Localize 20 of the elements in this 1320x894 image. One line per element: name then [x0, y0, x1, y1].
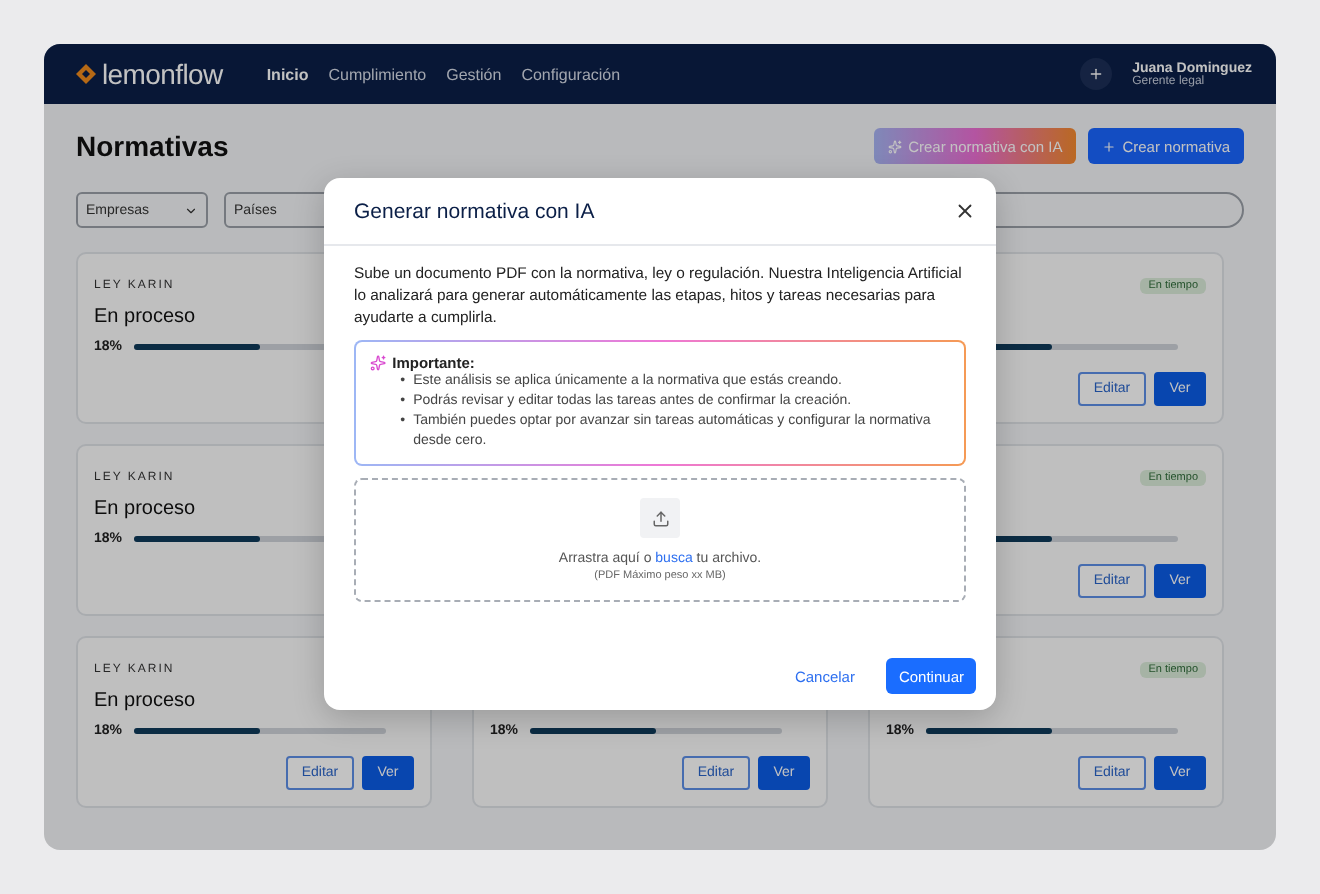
sparkle-icon — [888, 139, 903, 153]
close-button[interactable] — [954, 200, 976, 222]
modal-title: Generar normativa con IA — [354, 199, 595, 223]
nav-link[interactable]: Configuración — [521, 65, 621, 83]
card-status: En proceso — [94, 689, 196, 711]
chevron-icon — [184, 203, 198, 217]
add-button[interactable] — [1080, 58, 1113, 90]
card-status: En proceso — [94, 497, 196, 519]
sparkle-icon — [370, 354, 387, 372]
plus-icon — [1088, 66, 1105, 82]
close-icon — [954, 200, 976, 222]
logo-text: lemonflow — [102, 58, 223, 90]
plus-icon — [1102, 139, 1117, 153]
upload-icon — [640, 498, 680, 538]
nav-link[interactable]: Inicio — [266, 65, 309, 83]
card-status: En proceso — [94, 305, 196, 327]
logo-diamond-icon — [76, 64, 96, 84]
nav-link[interactable]: Cumplimiento — [328, 65, 427, 83]
nav-link[interactable]: Gestión — [446, 65, 502, 83]
page-title: Normativas — [76, 130, 229, 162]
